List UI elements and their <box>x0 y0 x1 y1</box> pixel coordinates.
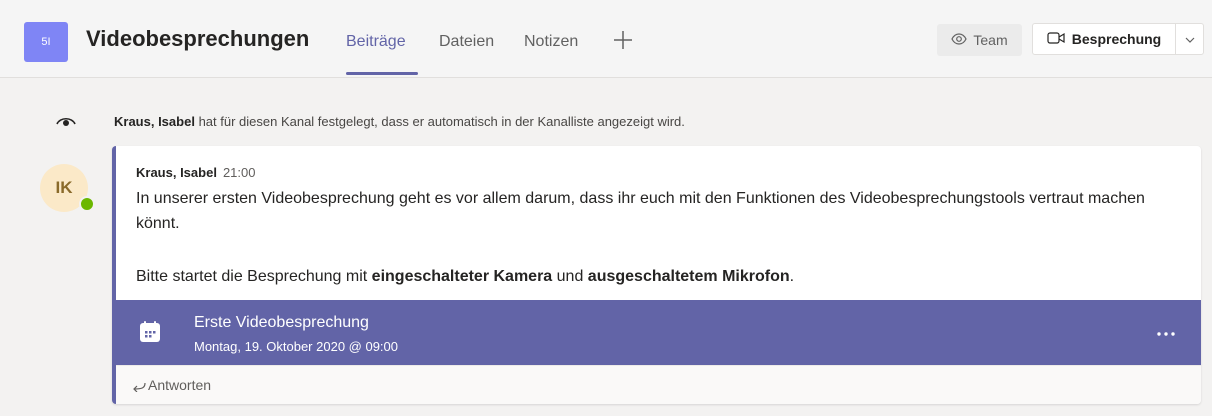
team-button[interactable]: Team <box>937 24 1022 56</box>
meeting-title[interactable]: Erste Videobesprechung <box>194 314 369 332</box>
active-tab-indicator <box>346 72 418 75</box>
paragraph-text: Bitte startet die Besprechung mit <box>136 268 372 285</box>
reply-arrow-icon <box>132 379 146 397</box>
meet-button[interactable]: Besprechung <box>1033 24 1175 54</box>
tab-notizen[interactable]: Notizen <box>524 33 578 51</box>
paragraph-bold-camera: eingeschalteter Kamera <box>371 268 553 285</box>
reply-label: Antworten <box>148 377 212 393</box>
plus-icon[interactable] <box>612 29 634 51</box>
meet-dropdown-button[interactable] <box>1175 24 1203 54</box>
channel-title: Videobesprechungen <box>86 26 310 51</box>
channel-header: 5I Videobesprechungen Beiträge Dateien N… <box>0 0 1212 78</box>
eye-icon <box>56 114 76 133</box>
system-message: Kraus, Isabel hat für diesen Kanal festg… <box>0 106 1212 136</box>
presence-status-icon <box>79 196 95 212</box>
meet-button-group: Besprechung <box>1032 23 1204 55</box>
post-paragraph-2: Bitte startet die Besprechung mit einges… <box>136 264 1186 289</box>
more-options-button[interactable] <box>1151 320 1181 344</box>
post-paragraph-1: In unserer ersten Videobesprechung geht … <box>136 190 1145 232</box>
post-time: 21:00 <box>222 165 256 180</box>
eye-icon <box>951 32 968 48</box>
system-message-actor[interactable]: Kraus, Isabel <box>114 114 195 129</box>
more-options-icon <box>1157 323 1175 341</box>
meeting-card[interactable]: Erste Videobesprechung Montag, 19. Oktob… <box>116 300 1201 365</box>
tab-dateien[interactable]: Dateien <box>439 33 494 51</box>
post-author[interactable]: Kraus, Isabel <box>136 165 217 180</box>
paragraph-text: . <box>789 268 795 285</box>
chevron-down-icon <box>1185 30 1195 48</box>
paragraph-bold-microphone: ausgeschaltetem Mikrofon <box>587 268 790 285</box>
tab-beitraege[interactable]: Beiträge <box>346 33 406 51</box>
meeting-datetime: Montag, 19. Oktober 2020 @ 09:00 <box>194 339 398 354</box>
team-button-label: Team <box>973 32 1008 48</box>
video-camera-icon <box>1047 31 1065 48</box>
team-avatar[interactable]: 5I <box>24 22 68 62</box>
reply-button[interactable]: Antworten <box>116 365 1201 404</box>
meet-button-label: Besprechung <box>1071 31 1162 47</box>
paragraph-text: und <box>552 268 588 285</box>
post-meta: Kraus, Isabel 21:00 <box>136 165 255 180</box>
channel-post: Kraus, Isabel 21:00 In unserer ersten Vid… <box>112 146 1201 404</box>
system-message-body: hat für diesen Kanal festgelegt, dass er… <box>198 114 685 129</box>
system-message-text: Kraus, Isabel hat für diesen Kanal festg… <box>114 114 685 129</box>
calendar-icon <box>138 320 162 349</box>
